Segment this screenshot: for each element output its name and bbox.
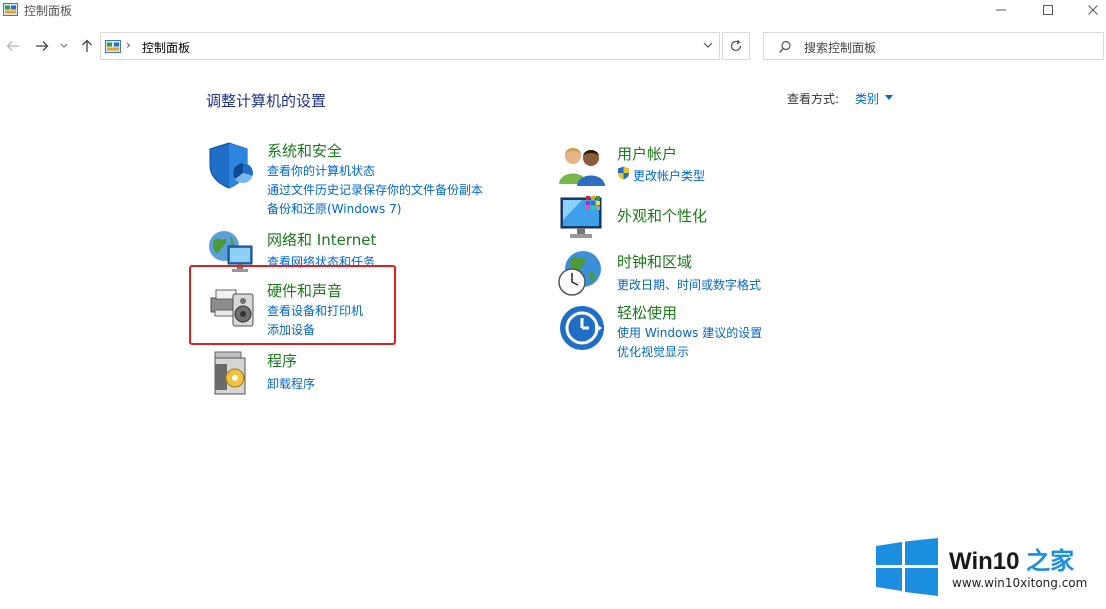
breadcrumb-location[interactable]: 控制面板 <box>142 39 190 56</box>
shield-icon[interactable] <box>207 141 257 191</box>
highlight-box <box>189 265 396 345</box>
refresh-icon <box>730 39 742 52</box>
breadcrumb-separator: › <box>126 38 131 52</box>
recent-locations-button[interactable] <box>58 37 70 55</box>
link-optimize-visual-display[interactable]: 优化视觉显示 <box>617 343 689 360</box>
window-title: 控制面板 <box>24 4 73 18</box>
back-button[interactable] <box>4 37 22 55</box>
maximize-icon <box>1043 5 1053 15</box>
user-accounts-icon[interactable] <box>558 140 608 190</box>
control-panel-icon <box>3 3 18 16</box>
arrow-up-icon <box>82 39 92 52</box>
appearance-icon[interactable] <box>558 194 608 244</box>
search-placeholder[interactable]: 搜索控制面板 <box>804 39 876 56</box>
up-button[interactable] <box>78 37 96 55</box>
category-programs[interactable]: 程序 <box>267 350 297 371</box>
search-icon <box>779 40 791 53</box>
dropdown-arrow-icon[interactable] <box>885 95 893 100</box>
watermark-brand-main: Win10 <box>949 548 1020 575</box>
category-appearance[interactable]: 外观和个性化 <box>617 205 707 226</box>
maximize-button[interactable] <box>1025 0 1071 20</box>
refresh-button[interactable] <box>722 32 750 60</box>
link-view-computer-status[interactable]: 查看你的计算机状态 <box>267 162 375 179</box>
watermark-url: www.win10xitong.com <box>952 576 1088 590</box>
chevron-down-icon[interactable] <box>703 41 713 49</box>
windows-logo-icon <box>876 538 938 596</box>
category-network-internet[interactable]: 网络和 Internet <box>267 229 376 250</box>
address-bar[interactable]: › 控制面板 <box>100 32 720 60</box>
ease-of-access-icon[interactable] <box>558 304 608 354</box>
category-clock-region[interactable]: 时钟和区域 <box>617 251 692 272</box>
clock-globe-icon[interactable] <box>557 249 607 299</box>
uac-shield-icon <box>618 166 629 180</box>
arrow-right-icon <box>36 41 49 51</box>
watermark-brand: Win10 之家 <box>949 541 1074 576</box>
search-box[interactable]: 搜索控制面板 <box>763 32 1104 60</box>
minimize-button[interactable] <box>978 0 1024 20</box>
forward-button[interactable] <box>33 37 51 55</box>
category-user-accounts[interactable]: 用户帐户 <box>617 143 677 164</box>
title-bar: 控制面板 <box>0 0 1106 22</box>
arrow-left-icon <box>6 41 19 51</box>
close-button[interactable] <box>1070 0 1106 20</box>
category-ease-of-access[interactable]: 轻松使用 <box>617 302 677 323</box>
link-uninstall-program[interactable]: 卸载程序 <box>267 375 315 392</box>
link-use-recommended-settings[interactable]: 使用 Windows 建议的设置 <box>617 324 762 341</box>
view-by-dropdown[interactable]: 类别 <box>855 90 879 107</box>
link-backup-restore-win7[interactable]: 备份和还原(Windows 7) <box>267 200 401 217</box>
control-panel-icon <box>105 40 121 53</box>
programs-icon[interactable] <box>207 348 257 398</box>
page-title: 调整计算机的设置 <box>206 92 327 110</box>
link-file-history-backup[interactable]: 通过文件历史记录保存你的文件备份副本 <box>267 181 483 198</box>
watermark: Win10 之家 www.win10xitong.com <box>876 538 1098 596</box>
link-change-date-time-format[interactable]: 更改日期、时间或数字格式 <box>617 276 761 293</box>
view-by-label: 查看方式: <box>787 92 840 106</box>
chevron-down-icon <box>60 43 68 48</box>
close-icon <box>1088 5 1098 15</box>
category-system-security[interactable]: 系统和安全 <box>267 140 342 161</box>
watermark-brand-accent: 之家 <box>1026 548 1075 575</box>
navigation-bar: › 控制面板 搜索控制面板 <box>0 30 1106 62</box>
minimize-icon <box>996 9 1006 11</box>
link-change-account-type[interactable]: 更改帐户类型 <box>633 167 705 184</box>
